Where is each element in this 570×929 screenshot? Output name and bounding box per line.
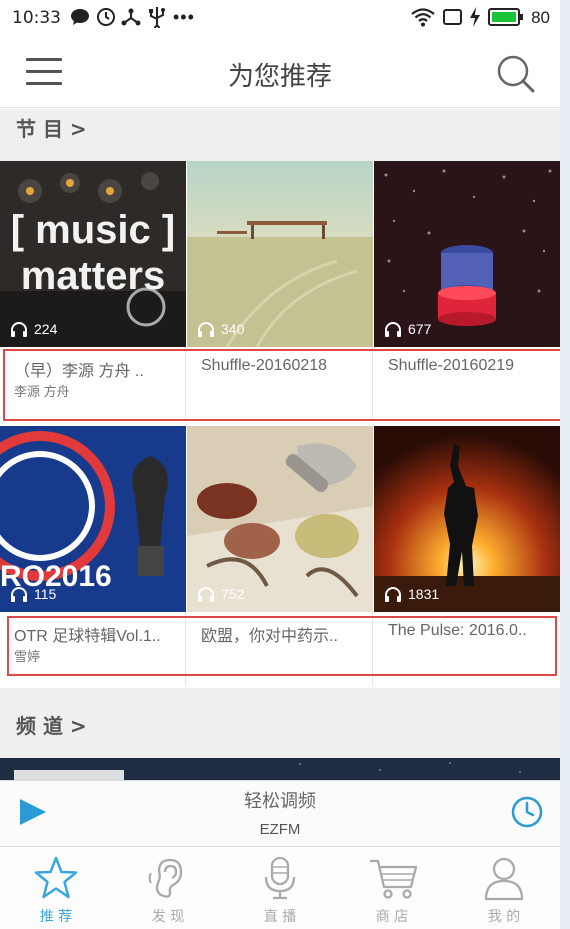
- program-cover-image: 340: [187, 161, 373, 347]
- program-cover-image: RO2016 115: [0, 426, 186, 612]
- headphones-icon: [385, 587, 401, 602]
- headphones-icon: [11, 322, 27, 337]
- nav-tab-mine[interactable]: 我 的: [448, 847, 560, 929]
- nav-tab-discover[interactable]: 发 现: [112, 847, 224, 929]
- program-author: 李源 方舟: [14, 384, 70, 399]
- headphones-icon: [385, 322, 401, 337]
- more-dots-icon: •••: [173, 6, 195, 27]
- cover-text-matters: matters: [21, 254, 166, 298]
- headphones-icon: [198, 587, 214, 602]
- battery-icon: [488, 7, 524, 27]
- play-count: 677: [384, 321, 431, 337]
- play-count: 115: [10, 586, 56, 602]
- program-cover-image: 677: [374, 161, 560, 347]
- side-edge: [560, 0, 570, 929]
- alarm-icon: [96, 7, 116, 27]
- program-title: Shuffle-20160219: [388, 357, 515, 374]
- nav-tab-live[interactable]: 直 播: [224, 847, 336, 929]
- status-bar: 10:33 ••• 80: [0, 0, 560, 36]
- user-icon: [484, 857, 524, 901]
- play-count: 752: [197, 586, 244, 602]
- section-header-channels[interactable]: 频 道 >: [0, 688, 560, 758]
- search-icon[interactable]: [496, 54, 536, 94]
- headphones-icon: [11, 587, 27, 602]
- star-icon: [34, 856, 78, 899]
- microphone-icon: [264, 856, 296, 900]
- program-cover-image: 1831: [374, 426, 560, 612]
- nav-label: 推 荐: [39, 909, 73, 925]
- ear-icon: [148, 858, 183, 898]
- section-title-programs: 节 目 >: [16, 117, 87, 141]
- bottom-navigation: 推 荐 发 现 直 播 商 店 我 的: [0, 846, 560, 929]
- mini-player[interactable]: 轻松调频 EZFM: [0, 780, 560, 846]
- program-info: Shuffle-20160218: [187, 347, 373, 421]
- program-title: The Pulse: 2016.0..: [388, 622, 527, 639]
- page-title: 为您推荐: [227, 62, 332, 92]
- program-cover-image: [ music ] matters 224: [0, 161, 186, 347]
- status-time: 10:33: [12, 8, 61, 28]
- program-cover-image: 752: [187, 426, 373, 612]
- program-title: 欧盟，你对中药示..: [201, 628, 338, 645]
- program-author: 雪婷: [14, 649, 41, 664]
- cover-text-music: [ music ]: [11, 208, 175, 252]
- charging-icon: [469, 7, 481, 27]
- program-title: （早）李源 方舟 ..: [14, 363, 144, 380]
- usb-icon: [148, 7, 166, 28]
- wifi-icon: [410, 7, 436, 27]
- nav-tab-store[interactable]: 商 店: [336, 847, 448, 929]
- nav-label: 我 的: [487, 909, 521, 925]
- play-count: 224: [10, 321, 57, 337]
- message-icon: [70, 7, 90, 27]
- section-title-channels: 频 道 >: [16, 714, 87, 738]
- screen-icon: [442, 7, 464, 27]
- clock-icon[interactable]: [510, 795, 544, 829]
- section-header-programs[interactable]: 节 目 >: [0, 109, 560, 161]
- program-title: OTR 足球特辑Vol.1..: [14, 628, 161, 645]
- program-info: 欧盟，你对中药示..: [187, 612, 373, 686]
- battery-level: 80: [531, 8, 550, 27]
- program-info: Shuffle-20160219: [374, 347, 560, 421]
- program-info: OTR 足球特辑Vol.1.. 雪婷: [0, 612, 186, 686]
- headphones-icon: [198, 322, 214, 337]
- program-title: Shuffle-20160218: [201, 357, 328, 374]
- station-code: EZFM: [259, 821, 301, 838]
- usb-share-icon: [121, 7, 141, 27]
- nav-label: 商 店: [375, 909, 409, 925]
- shopping-cart-icon: [370, 859, 418, 899]
- play-count: 340: [197, 321, 244, 337]
- nav-tab-recommend[interactable]: 推 荐: [0, 847, 112, 929]
- channel-banner-image[interactable]: [0, 758, 560, 780]
- play-count: 1831: [384, 586, 439, 602]
- station-name: 轻松调频: [244, 791, 316, 812]
- nav-label: 发 现: [151, 909, 185, 925]
- program-info: The Pulse: 2016.0..: [374, 612, 560, 686]
- nav-label: 直 播: [263, 909, 297, 925]
- program-info: （早）李源 方舟 .. 李源 方舟: [0, 347, 186, 421]
- top-app-bar: 为您推荐: [0, 36, 560, 108]
- app-screen: 10:33 ••• 80 为您推荐 节 目 > [music] matter…: [0, 0, 560, 929]
